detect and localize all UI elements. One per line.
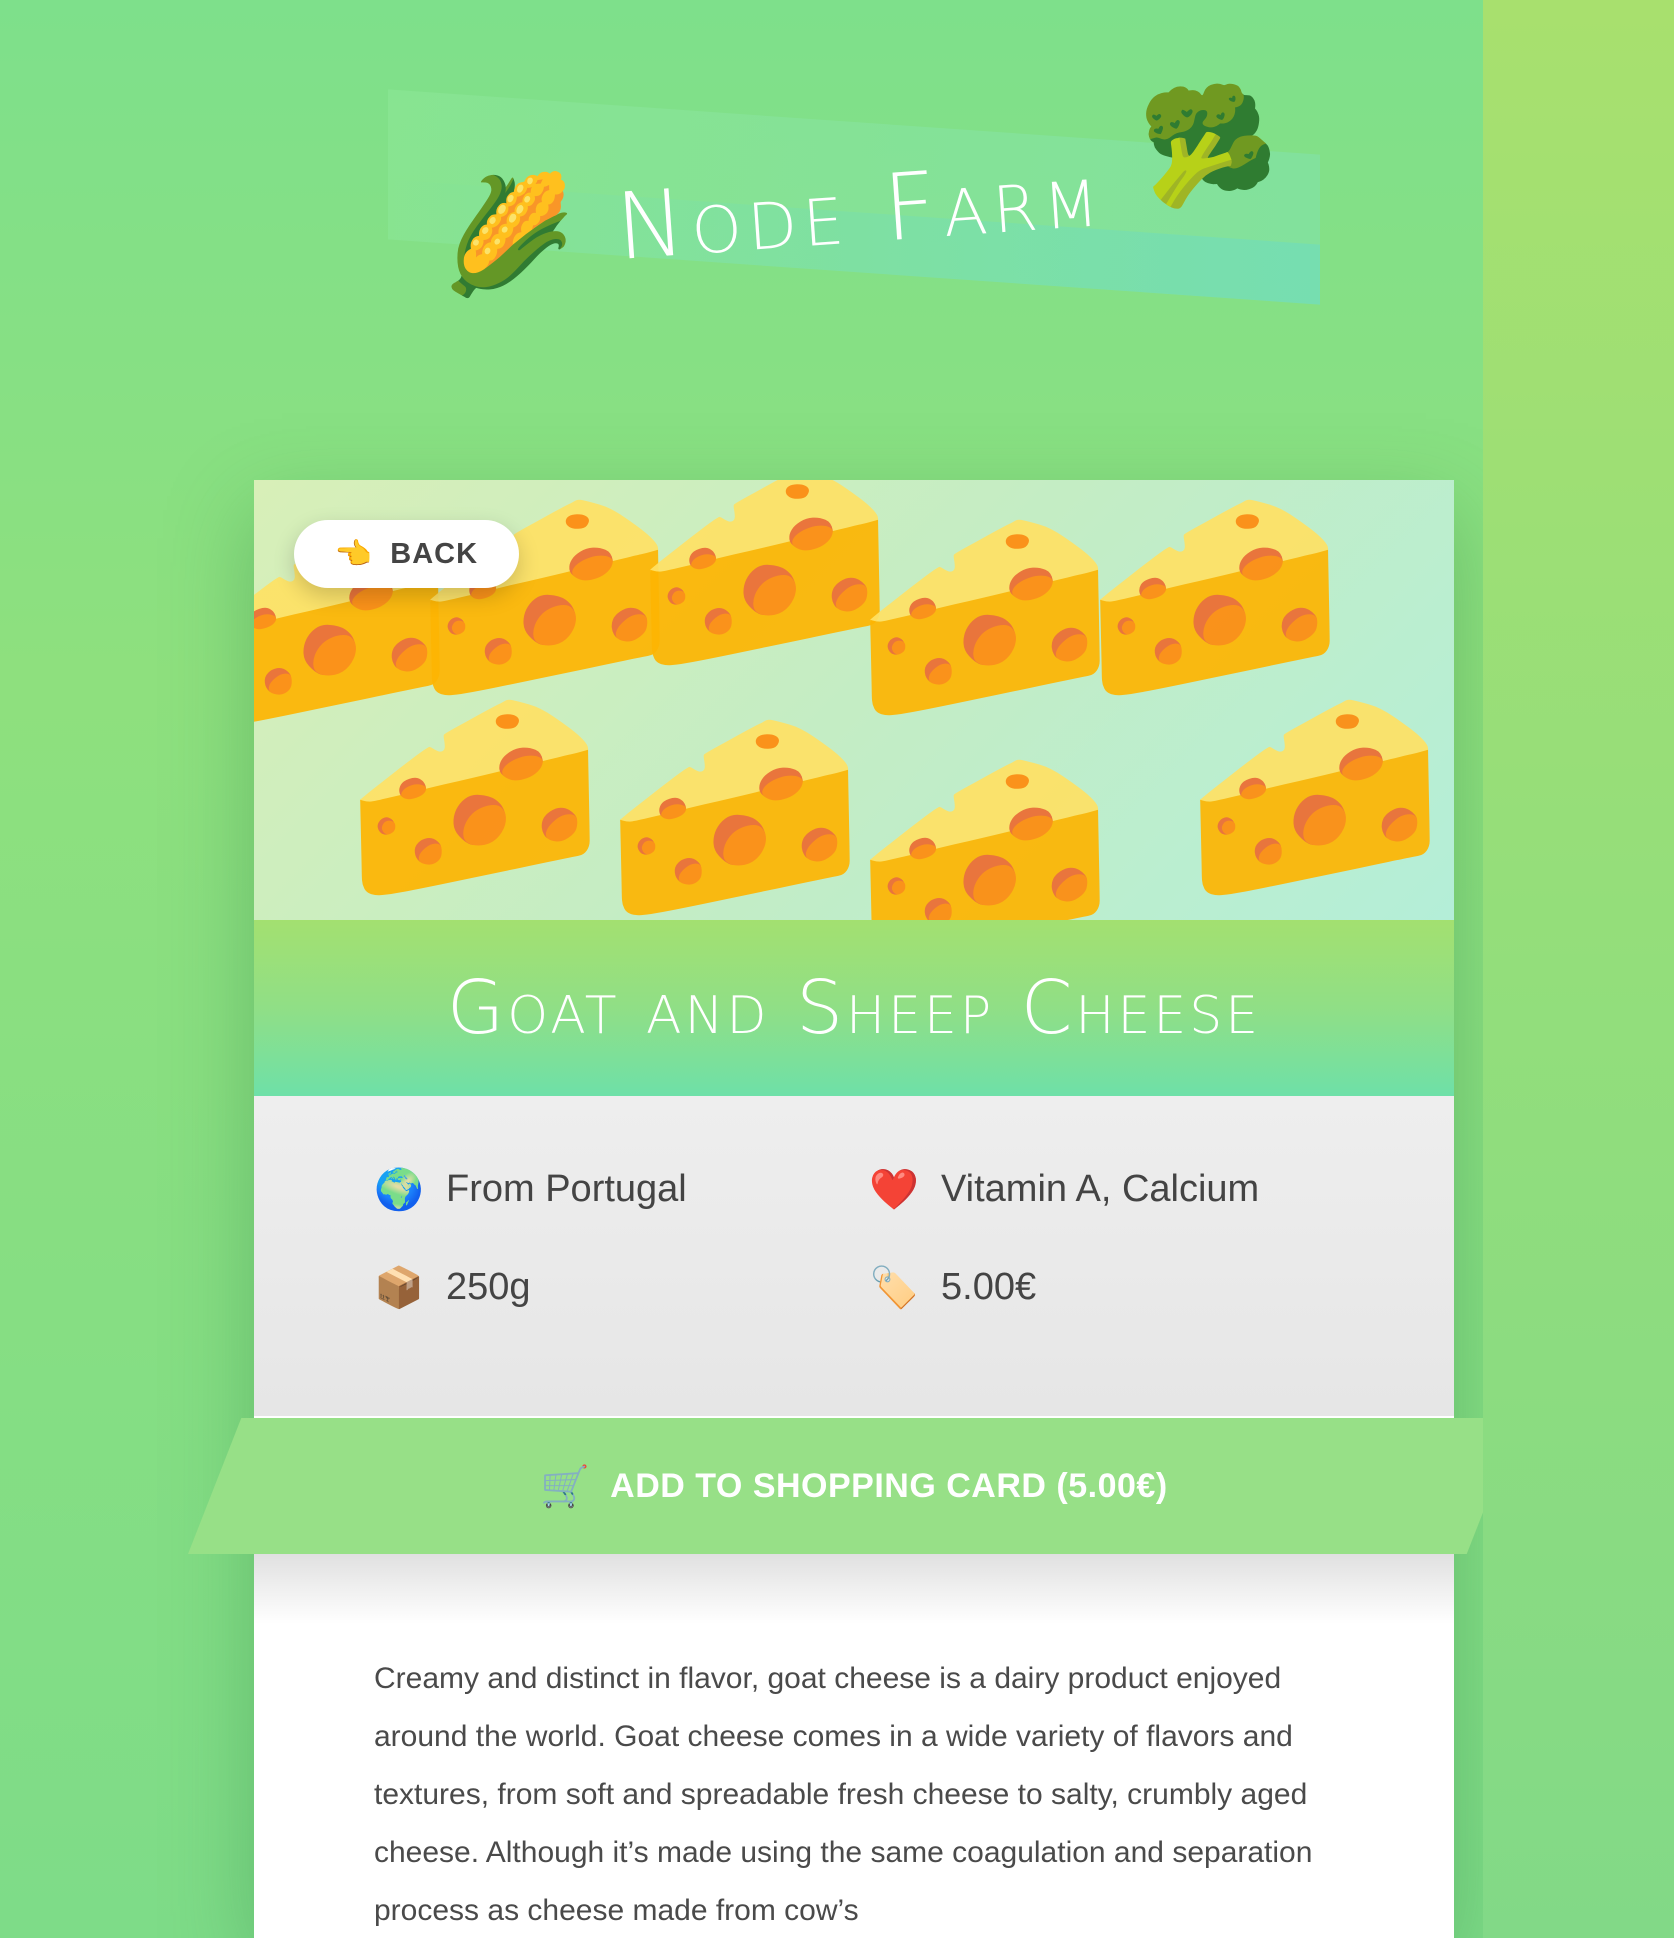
broccoli-icon: 🥦 [1136,76,1282,215]
detail-origin: 🌍 From Portugal [374,1166,687,1213]
product-card: 🧀 🧀 🧀 🧀 🧀 🧀 🧀 🧀 🧀 👈 BACK Goat and Sheep … [188,480,1520,1938]
detail-quantity: 📦 250g [374,1264,531,1311]
nutrients-text: Vitamin A, Calcium [941,1168,1260,1210]
price-tag-icon: 🏷️ [869,1265,919,1311]
quantity-text: 250g [446,1266,531,1308]
pointing-left-icon: 👈 [334,536,373,572]
add-to-cart-button[interactable]: 🛒 ADD TO SHOPPING CARD (5.00€) [188,1418,1520,1554]
cheese-icon: 🧀 [854,732,1116,921]
cheese-icon: 🧀 [604,692,866,920]
shopping-cart-icon: 🛒 [540,1463,591,1510]
package-icon: 📦 [374,1265,424,1311]
globe-icon: 🌍 [374,1167,424,1213]
cheese-icon: 🧀 [344,672,606,917]
origin-text: From Portugal [446,1168,687,1210]
product-description: Creamy and distinct in flavor, goat chee… [374,1662,1313,1927]
cheese-icon: 🧀 [1184,672,1446,917]
cart-button-shadow [254,1554,1454,1624]
back-button-label: BACK [390,537,479,570]
product-name: Goat and Sheep Cheese [446,965,1262,1051]
page-container: 🌽 Node Farm 🥦 🧀 🧀 🧀 🧀 🧀 🧀 🧀 🧀 🧀 👈 BACK G… [0,0,1520,1938]
cheese-icon: 🧀 [1084,480,1346,717]
heart-icon: ❤️ [869,1167,919,1213]
back-button[interactable]: 👈 BACK [294,520,519,588]
outer-background [1483,0,1674,1938]
product-details: 🌍 From Portugal ❤️ Vitamin A, Calcium 📦 … [254,1096,1454,1416]
add-to-cart-label: ADD TO SHOPPING CARD (5.00€) [610,1466,1168,1505]
corn-icon: 🌽 [435,165,581,304]
site-title: Node Farm [612,139,1108,281]
product-hero-image: 🧀 🧀 🧀 🧀 🧀 🧀 🧀 🧀 🧀 👈 BACK [254,480,1454,920]
detail-nutrients: ❤️ Vitamin A, Calcium [869,1166,1259,1213]
price-text: 5.00€ [941,1266,1037,1308]
cheese-icon: 🧀 [854,492,1116,737]
product-title-band: Goat and Sheep Cheese [254,920,1454,1096]
detail-price: 🏷️ 5.00€ [869,1264,1036,1311]
